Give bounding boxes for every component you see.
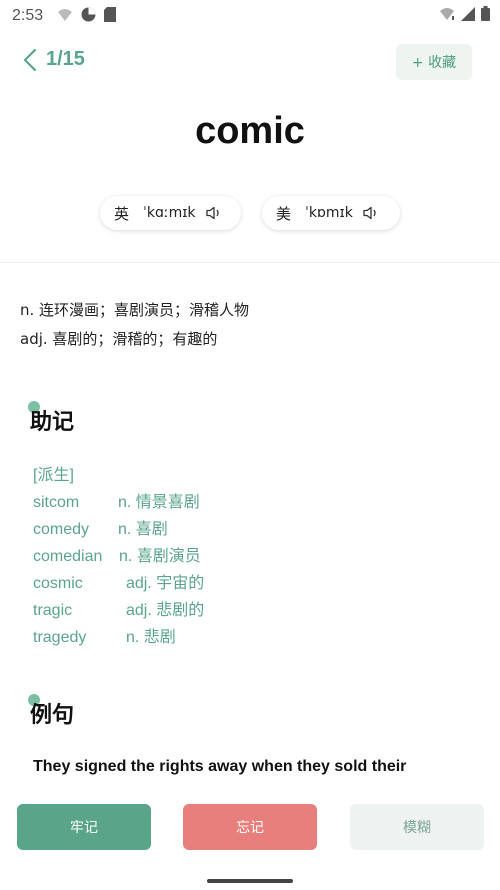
- phonetic-uk-button[interactable]: 英 ˈkɑːmɪk: [100, 196, 241, 230]
- forget-button[interactable]: 忘记: [183, 804, 317, 850]
- definition-line: n. 连环漫画；喜剧演员；滑稽人物: [20, 301, 250, 319]
- derivative-word: cosmic: [33, 575, 83, 592]
- derivative-word: comedian: [33, 548, 103, 565]
- phonetics-row: 英 ˈkɑːmɪk 美 ˈkɒmɪk: [0, 196, 500, 232]
- derivative-word: tragic: [33, 602, 73, 619]
- derivative-meaning: n. 情景喜剧: [118, 494, 200, 511]
- action-bar: 牢记 忘记 模糊: [0, 788, 500, 890]
- signal-icon: [461, 6, 475, 25]
- phonetic-ipa: ˈkɑːmɪk: [143, 205, 196, 221]
- wifi-icon: [439, 6, 455, 25]
- definitions: n. 连环漫画；喜剧演员；滑稽人物 adj. 喜剧的；滑稽的；有趣的: [20, 296, 249, 354]
- derivative-meaning: n. 喜剧演员: [119, 548, 201, 565]
- phonetic-ipa: ˈkɒmɪk: [305, 205, 353, 221]
- mnemonic-title: 助记: [30, 410, 75, 435]
- vague-button[interactable]: 模糊: [350, 804, 484, 850]
- phonetic-us-button[interactable]: 美 ˈkɒmɪk: [262, 196, 400, 230]
- derivative-meaning: n. 悲剧: [126, 629, 176, 646]
- chevron-left-icon: [24, 48, 36, 71]
- status-time: 2:53: [12, 7, 44, 24]
- sd-card-icon: [104, 6, 117, 26]
- remember-button[interactable]: 牢记: [17, 804, 151, 850]
- back-button[interactable]: 1/15: [24, 48, 85, 71]
- top-bar: 1/15 + 收藏: [0, 40, 500, 88]
- favorite-button[interactable]: + 收藏: [396, 44, 472, 80]
- wifi-off-icon: [57, 7, 73, 26]
- derivative-meaning: adj. 宇宙的: [126, 575, 205, 592]
- status-bar: 2:53: [0, 0, 500, 32]
- definition-line: adj. 喜剧的；滑稽的；有趣的: [20, 330, 218, 348]
- speaker-icon: [363, 206, 376, 220]
- derivative-meaning: n. 喜剧: [118, 521, 168, 538]
- example-title: 例句: [30, 703, 75, 728]
- derivative-meaning: adj. 悲剧的: [126, 602, 205, 619]
- derivative-word: sitcom: [33, 494, 80, 511]
- derivative-word: comedy: [33, 521, 90, 538]
- speaker-icon: [205, 206, 219, 220]
- example-sentence: They signed the rights away when they so…: [33, 758, 407, 775]
- home-indicator[interactable]: [207, 879, 293, 883]
- data-saver-icon: [81, 7, 96, 26]
- progress-counter: 1/15: [46, 48, 85, 70]
- phonetic-region: 英: [114, 204, 130, 223]
- battery-icon: [481, 6, 490, 25]
- derivative-word: tragedy: [33, 629, 87, 646]
- divider: [0, 262, 500, 263]
- headword: comic: [195, 110, 305, 152]
- phonetic-region: 美: [276, 204, 292, 223]
